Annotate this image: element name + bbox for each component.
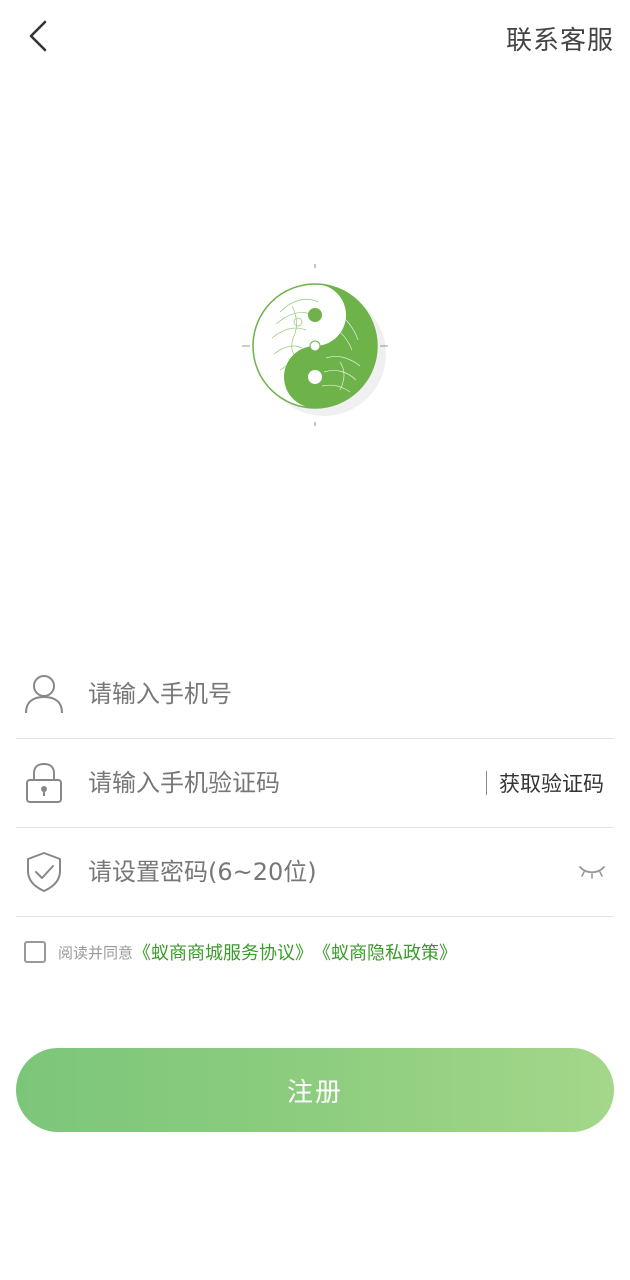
register-button[interactable]: 注册 — [16, 1048, 614, 1132]
get-code-button[interactable]: 获取验证码 — [486, 763, 614, 803]
privacy-policy-link[interactable]: 《蚁商隐私政策》 — [313, 939, 457, 965]
password-row — [16, 828, 614, 917]
register-form: 获取验证码 — [16, 650, 614, 917]
code-input[interactable] — [86, 752, 486, 814]
get-code-divider — [486, 771, 487, 795]
shield-check-icon — [22, 850, 66, 894]
phone-input[interactable] — [86, 663, 614, 725]
code-row: 获取验证码 — [16, 739, 614, 828]
back-button[interactable] — [18, 16, 58, 56]
phone-row — [16, 650, 614, 739]
contact-service-link[interactable]: 联系客服 — [506, 20, 614, 57]
header-bar: 联系客服 — [0, 0, 630, 80]
register-button-label: 注册 — [286, 1077, 343, 1108]
password-input[interactable] — [86, 841, 572, 903]
lock-icon — [22, 761, 66, 805]
user-icon — [22, 672, 66, 716]
agreement-checkbox[interactable] — [24, 941, 46, 963]
eye-closed-icon — [579, 866, 605, 879]
chevron-left-icon — [29, 20, 47, 52]
get-code-label: 获取验证码 — [499, 772, 604, 796]
service-agreement-link[interactable]: 《蚁商商城服务协议》 — [133, 939, 313, 965]
app-logo — [240, 262, 390, 432]
toggle-visibility-button[interactable] — [572, 852, 612, 892]
agreement-row: 阅读并同意 《蚁商商城服务协议》 《蚁商隐私政策》 — [24, 938, 457, 966]
agreement-prefix: 阅读并同意 — [58, 943, 134, 962]
